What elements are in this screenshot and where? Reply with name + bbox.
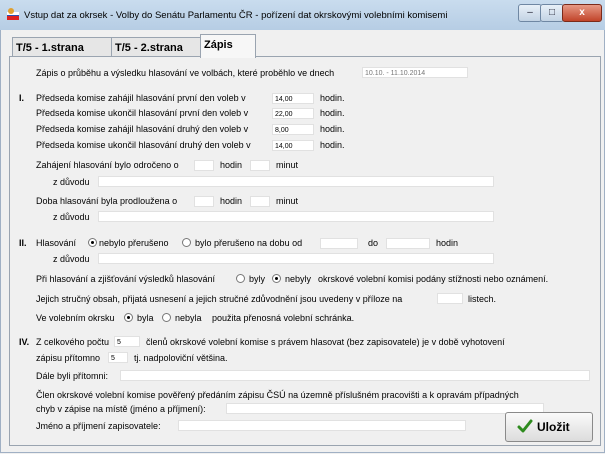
delegated-member-field[interactable] [226,403,544,414]
tab-zapis[interactable]: Zápis [200,34,256,58]
start-day1-unit: hodin. [320,93,345,103]
extended-reason-field[interactable] [98,211,494,222]
end-day1-unit: hodin. [320,108,345,118]
total-members-text: členů okrskové volební komise s právem h… [146,337,505,347]
end-day1-label: Předseda komise ukončil hlasování první … [36,108,249,118]
interrupted-label: bylo přerušeno na dobu od [195,238,303,248]
complaints-text: okrskové volební komisi podány stížnosti… [318,274,549,284]
voting-label: Hlasování [36,238,77,248]
complaints-no-label: nebyly [285,274,312,284]
extended-minutes-field[interactable] [250,196,270,207]
interrupted-to-field[interactable] [386,238,430,249]
interrupted-radio[interactable] [182,238,191,247]
maximize-button[interactable]: □ [540,4,564,22]
ballot-box-text: použita přenosná volební schránka. [212,313,355,323]
start-day2-field[interactable]: 8,00 [272,124,314,135]
start-day2-unit: hodin. [320,124,345,134]
recorder-label: Jméno a příjmení zapisovatele: [36,421,161,431]
end-day2-unit: hodin. [320,140,345,150]
close-button[interactable]: x [562,4,602,22]
not-interrupted-label: nebylo přerušeno [99,238,169,248]
not-interrupted-radio[interactable] [88,238,97,247]
ballot-box-no-label: nebyla [175,313,202,323]
start-day2-label: Předseda komise zahájil hlasování druhý … [36,124,249,134]
present-members-label: zápisu přítomno [36,353,101,363]
attachment-label: Jejich stručný obsah, přijatá usnesení a… [36,294,403,304]
complaints-yes-label: byly [249,274,266,284]
window-title: Vstup dat za okrsek - Volby do Senátu Pa… [24,10,448,21]
intro-label: Zápis o průběhu a výsledku hlasování ve … [36,68,335,78]
total-members-label: Z celkového počtu [36,337,110,347]
end-day2-field[interactable]: 14,00 [272,140,314,151]
complaints-label: Při hlasování a zjišťování výsledků hlas… [36,274,215,284]
attachment-sheets-field[interactable] [437,293,463,304]
minimize-button[interactable]: – [518,4,542,22]
recorder-field[interactable] [178,420,466,431]
ballot-box-yes-radio[interactable] [124,313,133,322]
save-button[interactable]: Uložit [505,412,593,442]
delegated-member-label-2: chyb v zápise na místě (jméno a příjmení… [36,404,206,414]
section-1-number: I. [19,93,25,103]
interrupted-reason-field[interactable] [98,253,494,264]
postponed-minutes-label: minut [276,160,299,170]
total-members-field[interactable]: 5 [114,336,140,347]
app-icon [7,8,19,20]
attachment-sheets-label: listech. [468,294,497,304]
start-day1-label: Předseda komise zahájil hlasování první … [36,93,246,103]
ballot-box-label: Ve volebním okrsku [36,313,115,323]
section-4-number: IV. [19,337,30,347]
section-2-number: II. [19,238,27,248]
extended-hours-field[interactable] [194,196,214,207]
ballot-box-yes-label: byla [137,313,154,323]
present-members-text: tj. nadpoloviční většina. [134,353,228,363]
postponed-label: Zahájení hlasování bylo odročeno o [36,160,179,170]
postponed-reason-label: z důvodu [53,177,90,187]
end-day2-label: Předseda komise ukončil hlasování druhý … [36,140,251,150]
interrupted-hours-label: hodin [436,238,459,248]
present-members-field[interactable]: 5 [108,352,128,363]
save-label: Uložit [537,420,570,434]
title-bar: Vstup dat za okrsek - Volby do Senátu Pa… [0,0,605,31]
interrupted-from-field[interactable] [320,238,358,249]
also-present-label: Dále byli přítomni: [36,371,109,381]
extended-reason-label: z důvodu [53,212,90,222]
postponed-minutes-field[interactable] [250,160,270,171]
also-present-field[interactable] [120,370,590,381]
interrupted-reason-label: z důvodu [53,254,90,264]
tab-page-2[interactable]: T/5 - 2.strana [111,37,207,58]
complaints-yes-radio[interactable] [236,274,245,283]
delegated-member-label-1: Člen okrskové volební komise pověřený př… [36,390,519,400]
postponed-reason-field[interactable] [98,176,494,187]
interrupted-to-label: do [368,238,379,248]
checkmark-icon [517,419,533,433]
end-day1-field[interactable]: 22,00 [272,108,314,119]
complaints-no-radio[interactable] [272,274,281,283]
postponed-hours-label: hodin [220,160,243,170]
extended-minutes-label: minut [276,196,299,206]
extended-hours-label: hodin [220,196,243,206]
tab-page-1[interactable]: T/5 - 1.strana [12,37,118,58]
start-day1-field[interactable]: 14,00 [272,93,314,104]
postponed-hours-field[interactable] [194,160,214,171]
ballot-box-no-radio[interactable] [162,313,171,322]
extended-label: Doba hlasování byla prodloužena o [36,196,178,206]
election-dates-field[interactable]: 10.10. - 11.10.2014 [362,67,468,78]
